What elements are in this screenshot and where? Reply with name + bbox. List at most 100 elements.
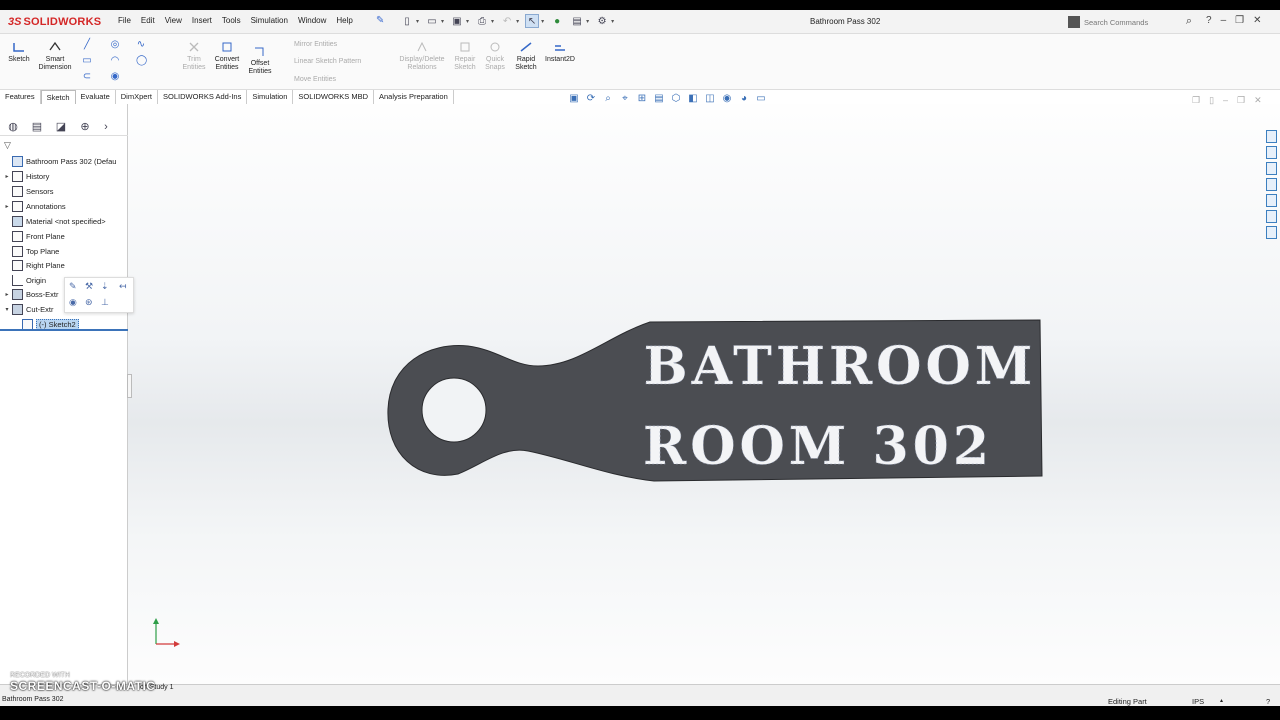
- dimxpert-tab-icon[interactable]: ⊕: [78, 120, 92, 134]
- part-model[interactable]: BATHROOM ROOM 302: [128, 104, 1280, 684]
- home-icon[interactable]: [1266, 130, 1277, 143]
- tree-root[interactable]: Bathroom Pass 302 (Defau: [2, 154, 116, 168]
- move-entities-button[interactable]: Move Entities: [294, 76, 336, 83]
- chevron-down-icon[interactable]: ▾: [416, 18, 419, 25]
- tree-item-material[interactable]: Material <not specified>: [2, 214, 106, 228]
- section-view-icon[interactable]: ⊞: [636, 93, 648, 105]
- zoom-to-fit-icon[interactable]: ▣: [568, 93, 580, 105]
- configuration-manager-tab-icon[interactable]: ◪: [54, 120, 68, 134]
- resources-icon[interactable]: [1266, 146, 1277, 159]
- linear-sketch-pattern-button[interactable]: Linear Sketch Pattern: [294, 58, 361, 65]
- save-icon[interactable]: ▣: [450, 14, 464, 28]
- appearances-icon[interactable]: [1266, 194, 1277, 207]
- tab-simulation[interactable]: Simulation: [247, 90, 294, 104]
- tree-item-right-plane[interactable]: Right Plane: [2, 258, 65, 272]
- part-text-line1[interactable]: BATHROOM: [643, 336, 1037, 398]
- close-view-icon[interactable]: ✕: [1254, 95, 1262, 106]
- chevron-down-icon[interactable]: ▾: [516, 18, 519, 25]
- edit-appearance-icon[interactable]: ◉: [721, 93, 733, 105]
- parent-child-icon[interactable]: ⊥: [101, 297, 109, 308]
- chevron-up-icon[interactable]: ▴: [1220, 697, 1223, 704]
- tree-item-sensors[interactable]: Sensors: [2, 184, 54, 198]
- status-units[interactable]: IPS: [1192, 697, 1204, 706]
- display-style-icon[interactable]: ◧: [687, 93, 699, 105]
- menu-insert[interactable]: Insert: [192, 16, 212, 25]
- chevron-down-icon[interactable]: ▾: [466, 18, 469, 25]
- slot-tool-icon[interactable]: ⊂: [82, 72, 92, 82]
- expand-icon[interactable]: ▸: [2, 203, 12, 210]
- instant2d-button[interactable]: Instant2D: [542, 40, 578, 64]
- design-library-icon[interactable]: [1266, 162, 1277, 175]
- repair-sketch-button[interactable]: Repair Sketch: [452, 40, 478, 72]
- ellipse-tool-icon[interactable]: ◯: [136, 56, 147, 66]
- chevron-right-icon[interactable]: ›: [102, 120, 110, 134]
- chevron-down-icon[interactable]: ▾: [541, 18, 544, 25]
- panel-splitter[interactable]: [127, 374, 132, 398]
- hide-icon[interactable]: ◉: [69, 297, 77, 308]
- part-hole[interactable]: [421, 377, 487, 443]
- minimize-view-icon[interactable]: –: [1223, 95, 1228, 106]
- tree-item-origin[interactable]: Origin: [2, 273, 46, 287]
- close-icon[interactable]: ✕: [1253, 15, 1261, 26]
- search-scope-icon[interactable]: [1068, 16, 1080, 28]
- line-tool-icon[interactable]: ╱: [82, 40, 92, 50]
- tree-item-boss-extrude[interactable]: ▸ Boss-Extr: [2, 287, 59, 301]
- smart-dimension-button[interactable]: Smart Dimension: [36, 40, 74, 72]
- file-explorer-icon[interactable]: [1266, 178, 1277, 191]
- display-delete-relations-button[interactable]: Display/Delete Relations: [394, 40, 450, 72]
- tree-item-annotations[interactable]: ▸ Annotations: [2, 199, 66, 213]
- tab-dimxpert[interactable]: DimXpert: [116, 90, 158, 104]
- file-properties-icon[interactable]: ▤: [570, 14, 584, 28]
- mirror-entities-button[interactable]: Mirror Entities: [294, 41, 337, 48]
- tab-analysis-preparation[interactable]: Analysis Preparation: [374, 90, 454, 104]
- pin-menu-icon[interactable]: ✎: [376, 15, 384, 26]
- tree-item-top-plane[interactable]: Top Plane: [2, 244, 59, 258]
- undo-icon[interactable]: ↶: [500, 14, 514, 28]
- options-gear-icon[interactable]: ⚙: [595, 14, 609, 28]
- expand-icon[interactable]: ▸: [2, 291, 12, 298]
- menu-window[interactable]: Window: [298, 16, 326, 25]
- feature-tree-tab-icon[interactable]: ◍: [6, 120, 20, 134]
- edit-sketch-icon[interactable]: ✎: [69, 281, 77, 292]
- chevron-down-icon[interactable]: ▾: [611, 18, 614, 25]
- chevron-down-icon[interactable]: ▾: [586, 18, 589, 25]
- spline-tool-icon[interactable]: ∿: [136, 40, 146, 50]
- search-icon[interactable]: ⌕: [1186, 15, 1192, 28]
- part-text-line2[interactable]: ROOM 302: [643, 416, 993, 478]
- chevron-down-icon[interactable]: ▾: [441, 18, 444, 25]
- tree-item-history[interactable]: ▸ History: [2, 169, 49, 183]
- edit-feature-icon[interactable]: ⚒: [85, 281, 93, 292]
- menu-file[interactable]: File: [118, 16, 131, 25]
- maximize-view-icon[interactable]: ❐: [1237, 95, 1245, 106]
- rectangle-tool-icon[interactable]: ▭: [82, 56, 92, 66]
- rapid-sketch-button[interactable]: Rapid Sketch: [510, 40, 542, 72]
- menu-simulation[interactable]: Simulation: [251, 16, 288, 25]
- new-document-icon[interactable]: ▯: [400, 14, 414, 28]
- view-orientation-icon[interactable]: ⬡: [670, 93, 682, 105]
- collapse-icon[interactable]: ▾: [2, 306, 12, 313]
- restore-icon[interactable]: ❐: [1235, 15, 1244, 26]
- search-commands[interactable]: Search Commands ⌕: [1068, 14, 1196, 30]
- apply-scene-icon[interactable]: ◕: [738, 93, 750, 105]
- property-manager-tab-icon[interactable]: ▤: [30, 120, 44, 134]
- rollback-icon[interactable]: ↤: [119, 281, 127, 292]
- menu-help[interactable]: Help: [336, 16, 352, 25]
- arc-tool-icon[interactable]: ◠: [110, 56, 120, 66]
- tab-evaluate[interactable]: Evaluate: [76, 90, 116, 104]
- zoom-icon[interactable]: ⌕: [602, 93, 614, 105]
- normal-to-icon[interactable]: ⊛: [85, 297, 93, 308]
- menu-edit[interactable]: Edit: [141, 16, 155, 25]
- help-icon[interactable]: ?: [1206, 15, 1212, 26]
- restore-view-icon[interactable]: ▯: [1209, 95, 1214, 106]
- tree-item-cut-extrude[interactable]: ▾ Cut-Extr: [2, 302, 54, 316]
- dynamic-annotation-icon[interactable]: ▤: [653, 93, 665, 105]
- tab-mbd[interactable]: SOLIDWORKS MBD: [293, 90, 374, 104]
- open-folder-icon[interactable]: ▭: [425, 14, 439, 28]
- search-input[interactable]: Search Commands: [1084, 18, 1148, 27]
- sketch-button[interactable]: Sketch: [6, 40, 32, 64]
- zoom-to-selection-icon[interactable]: ⇣: [101, 281, 109, 292]
- tab-sketch[interactable]: Sketch: [40, 90, 76, 104]
- tile-icon[interactable]: ❐: [1192, 95, 1200, 106]
- zoom-area-icon[interactable]: ⟳: [585, 93, 597, 105]
- quick-snaps-button[interactable]: Quick Snaps: [482, 40, 508, 72]
